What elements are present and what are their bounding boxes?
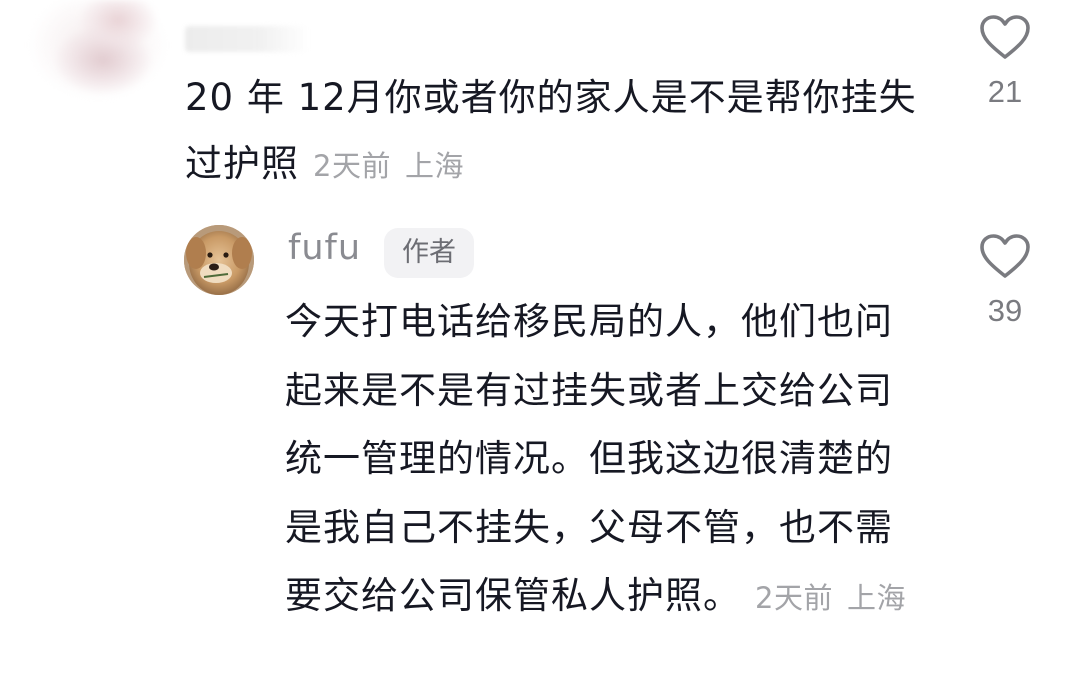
dog-avatar (184, 225, 254, 295)
top-comment[interactable]: 20 年 12月你或者你的家人是不是帮你挂失过护照 2天前 上海 (185, 65, 925, 199)
reply-avatar[interactable] (184, 225, 254, 295)
top-comment-location: 上海 (404, 149, 464, 183)
reply-like-count: 39 (987, 293, 1023, 328)
reply-comment[interactable]: 今天打电话给移民局的人，他们也问起来是不是有过挂失或者上交给公司统一管理的情况。… (285, 288, 920, 633)
reply-time: 2天前 (755, 581, 833, 615)
reply-location: 上海 (846, 581, 906, 615)
top-comment-like-count: 21 (987, 74, 1023, 109)
blurred-avatar[interactable] (28, 0, 178, 110)
author-badge: 作者 (384, 228, 474, 278)
top-comment-meta: 2天前 上海 (313, 149, 464, 183)
top-comment-like-button[interactable]: 21 (975, 14, 1035, 110)
reply-meta: 2天前 上海 (755, 581, 906, 615)
reply-comment-text: 今天打电话给移民局的人，他们也问起来是不是有过挂失或者上交给公司统一管理的情况。… (285, 300, 893, 617)
top-comment-text: 20 年 12月你或者你的家人是不是帮你挂失过护照 (185, 76, 917, 185)
reply-username[interactable]: fufu (288, 228, 361, 268)
top-comment-time: 2天前 (313, 149, 391, 183)
heart-outline-icon (980, 234, 1030, 278)
blurred-username[interactable] (185, 26, 310, 52)
reply-like-button[interactable]: 39 (975, 233, 1035, 329)
heart-outline-icon (980, 15, 1030, 59)
